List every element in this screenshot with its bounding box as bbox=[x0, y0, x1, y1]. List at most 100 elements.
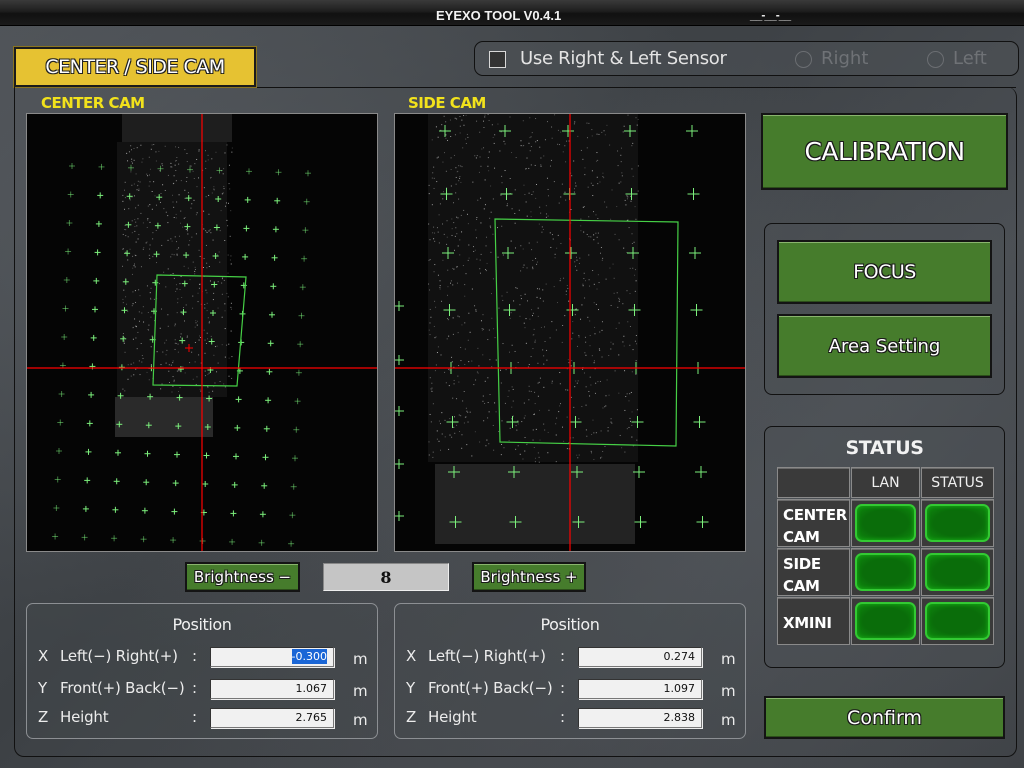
use-right-left-sensor-checkbox[interactable] bbox=[489, 51, 506, 68]
noise-speck bbox=[557, 234, 559, 236]
noise-speck bbox=[147, 218, 149, 220]
noise-speck bbox=[635, 280, 637, 282]
center-z-input[interactable]: 2.765 bbox=[210, 708, 334, 728]
axis-label: Y bbox=[406, 679, 416, 697]
noise-speck bbox=[148, 324, 150, 326]
window-title: EYEXO TOOL V0.4.1 bbox=[436, 8, 562, 23]
noise-speck bbox=[636, 343, 638, 345]
noise-speck bbox=[523, 264, 525, 266]
noise-speck bbox=[598, 309, 600, 311]
noise-speck bbox=[476, 217, 478, 219]
calibration-button[interactable]: CALIBRATION bbox=[761, 113, 1008, 190]
tab-center-side-cam[interactable]: CENTER / SIDE CAM bbox=[13, 46, 257, 88]
side-z-input[interactable]: 2.838 bbox=[578, 708, 702, 728]
noise-speck bbox=[435, 126, 437, 128]
noise-speck bbox=[552, 238, 554, 240]
noise-speck bbox=[487, 377, 489, 379]
noise-speck bbox=[576, 269, 578, 271]
center-cam-view[interactable] bbox=[26, 113, 378, 552]
noise-speck bbox=[525, 318, 527, 320]
noise-speck bbox=[456, 216, 458, 218]
window-controls[interactable]: __-__-__ bbox=[750, 8, 791, 22]
area-setting-button[interactable]: Area Setting bbox=[777, 314, 992, 378]
side-cam-view[interactable] bbox=[394, 113, 746, 552]
noise-speck bbox=[150, 297, 152, 299]
noise-speck bbox=[537, 307, 539, 309]
noise-speck bbox=[616, 292, 618, 294]
left-sensor-radio[interactable] bbox=[927, 51, 944, 68]
noise-speck bbox=[601, 456, 603, 458]
right-sensor-radio[interactable] bbox=[795, 51, 812, 68]
noise-speck bbox=[175, 217, 177, 219]
side-x-input[interactable]: 0.274 bbox=[578, 647, 702, 667]
noise-speck bbox=[435, 336, 437, 338]
noise-speck bbox=[585, 354, 587, 356]
use-right-left-sensor-label[interactable]: Use Right & Left Sensor bbox=[520, 48, 727, 69]
noise-speck bbox=[131, 162, 133, 164]
axis-description: Height bbox=[60, 708, 109, 726]
noise-speck bbox=[585, 341, 587, 343]
noise-speck bbox=[205, 196, 207, 198]
noise-speck bbox=[629, 420, 631, 422]
noise-speck bbox=[532, 191, 534, 193]
noise-speck bbox=[597, 183, 599, 185]
noise-speck bbox=[631, 233, 633, 235]
brightness-plus-button[interactable]: Brightness + bbox=[472, 562, 586, 592]
noise-speck bbox=[199, 335, 201, 337]
noise-speck bbox=[223, 279, 225, 281]
center-x-input[interactable]: -0.300 bbox=[210, 647, 334, 667]
noise-speck bbox=[601, 329, 603, 331]
noise-speck bbox=[602, 407, 604, 409]
center-y-input[interactable]: 1.067 bbox=[210, 679, 334, 699]
noise-speck bbox=[509, 116, 511, 118]
noise-speck bbox=[150, 316, 152, 318]
noise-speck bbox=[483, 147, 485, 149]
noise-speck bbox=[511, 152, 513, 154]
noise-speck bbox=[173, 379, 175, 381]
noise-speck bbox=[599, 181, 601, 183]
noise-speck bbox=[597, 381, 599, 383]
noise-speck bbox=[182, 226, 184, 228]
noise-speck bbox=[548, 195, 550, 197]
noise-speck bbox=[150, 364, 152, 366]
noise-speck bbox=[532, 268, 534, 270]
noise-speck bbox=[601, 321, 603, 323]
noise-speck bbox=[461, 324, 463, 326]
noise-speck bbox=[211, 192, 213, 194]
noise-speck bbox=[559, 278, 561, 280]
noise-speck bbox=[597, 242, 599, 244]
noise-speck bbox=[185, 229, 187, 231]
focus-button[interactable]: FOCUS bbox=[777, 240, 992, 304]
noise-speck bbox=[129, 248, 131, 250]
noise-speck bbox=[540, 165, 542, 167]
colon: : bbox=[192, 679, 198, 697]
noise-speck bbox=[593, 432, 595, 434]
noise-speck bbox=[622, 131, 624, 133]
noise-speck bbox=[228, 375, 230, 377]
noise-speck bbox=[612, 263, 614, 265]
noise-speck bbox=[128, 151, 130, 153]
noise-speck bbox=[602, 450, 604, 452]
noise-speck bbox=[481, 328, 483, 330]
confirm-button[interactable]: Confirm bbox=[764, 696, 1005, 739]
brightness-minus-button[interactable]: Brightness − bbox=[185, 562, 300, 592]
noise-speck bbox=[567, 359, 569, 361]
selected-text: -0.300 bbox=[291, 649, 327, 664]
noise-speck bbox=[501, 420, 503, 422]
noise-speck bbox=[617, 165, 619, 167]
noise-speck bbox=[473, 250, 475, 252]
noise-speck bbox=[134, 254, 136, 256]
noise-speck bbox=[204, 304, 206, 306]
noise-speck bbox=[229, 235, 231, 237]
noise-speck bbox=[568, 300, 570, 302]
noise-speck bbox=[134, 318, 136, 320]
noise-speck bbox=[509, 427, 511, 429]
noise-speck bbox=[209, 280, 211, 282]
noise-speck bbox=[620, 154, 622, 156]
noise-speck bbox=[614, 233, 616, 235]
noise-speck bbox=[456, 233, 458, 235]
side-y-input[interactable]: 1.097 bbox=[578, 679, 702, 699]
noise-speck bbox=[537, 452, 539, 454]
noise-speck bbox=[173, 254, 175, 256]
noise-speck bbox=[492, 198, 494, 200]
